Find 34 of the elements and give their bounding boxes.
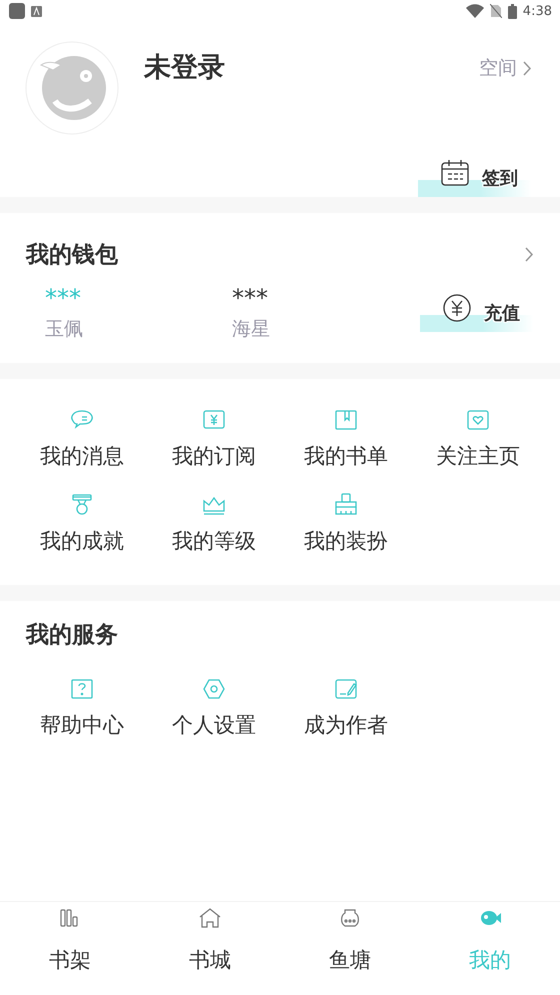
balance-label: 玉佩 — [45, 317, 84, 342]
wifi-icon — [466, 4, 484, 18]
feature-item[interactable]: 我的成就 — [16, 492, 148, 555]
service-item[interactable]: 成为作者 — [280, 676, 412, 739]
recharge-button[interactable]: 充值 — [420, 294, 534, 332]
battery-icon — [508, 4, 517, 18]
calendar-icon — [440, 158, 470, 188]
tab[interactable]: 书城 — [140, 902, 280, 995]
service-item[interactable]: 个人设置 — [148, 676, 280, 739]
feature-item[interactable]: 我的书单 — [280, 407, 412, 470]
app-notification-icon — [9, 3, 25, 19]
tab[interactable]: 鱼塘 — [280, 902, 420, 995]
services-title: 我的服务 — [26, 621, 118, 650]
tab[interactable]: 书架 — [0, 902, 140, 995]
checkin-button[interactable]: 签到 — [418, 159, 532, 197]
house-icon — [198, 906, 222, 930]
feature-item[interactable]: 我的等级 — [148, 492, 280, 555]
yen-coin-icon — [442, 293, 472, 323]
notification-icon — [31, 6, 42, 16]
status-time: 4:38 — [522, 4, 552, 18]
balance-amount: *** — [232, 284, 269, 312]
feature-item[interactable]: 我的装扮 — [280, 492, 412, 555]
username: 未登录 — [144, 51, 226, 85]
wallet-title: 我的钱包 — [26, 241, 118, 270]
balance-amount: *** — [45, 284, 82, 312]
balance-label: 海星 — [232, 317, 271, 342]
avatar[interactable] — [25, 41, 119, 135]
feature-item[interactable]: 关注主页 — [412, 407, 544, 470]
no-sim-icon — [490, 4, 502, 18]
feature-item[interactable]: 我的消息 — [16, 407, 148, 470]
service-item[interactable]: 帮助中心 — [16, 676, 148, 739]
chevron-icon — [523, 60, 532, 76]
feature-item[interactable]: 我的订阅 — [148, 407, 280, 470]
chevron-icon[interactable] — [525, 247, 534, 262]
